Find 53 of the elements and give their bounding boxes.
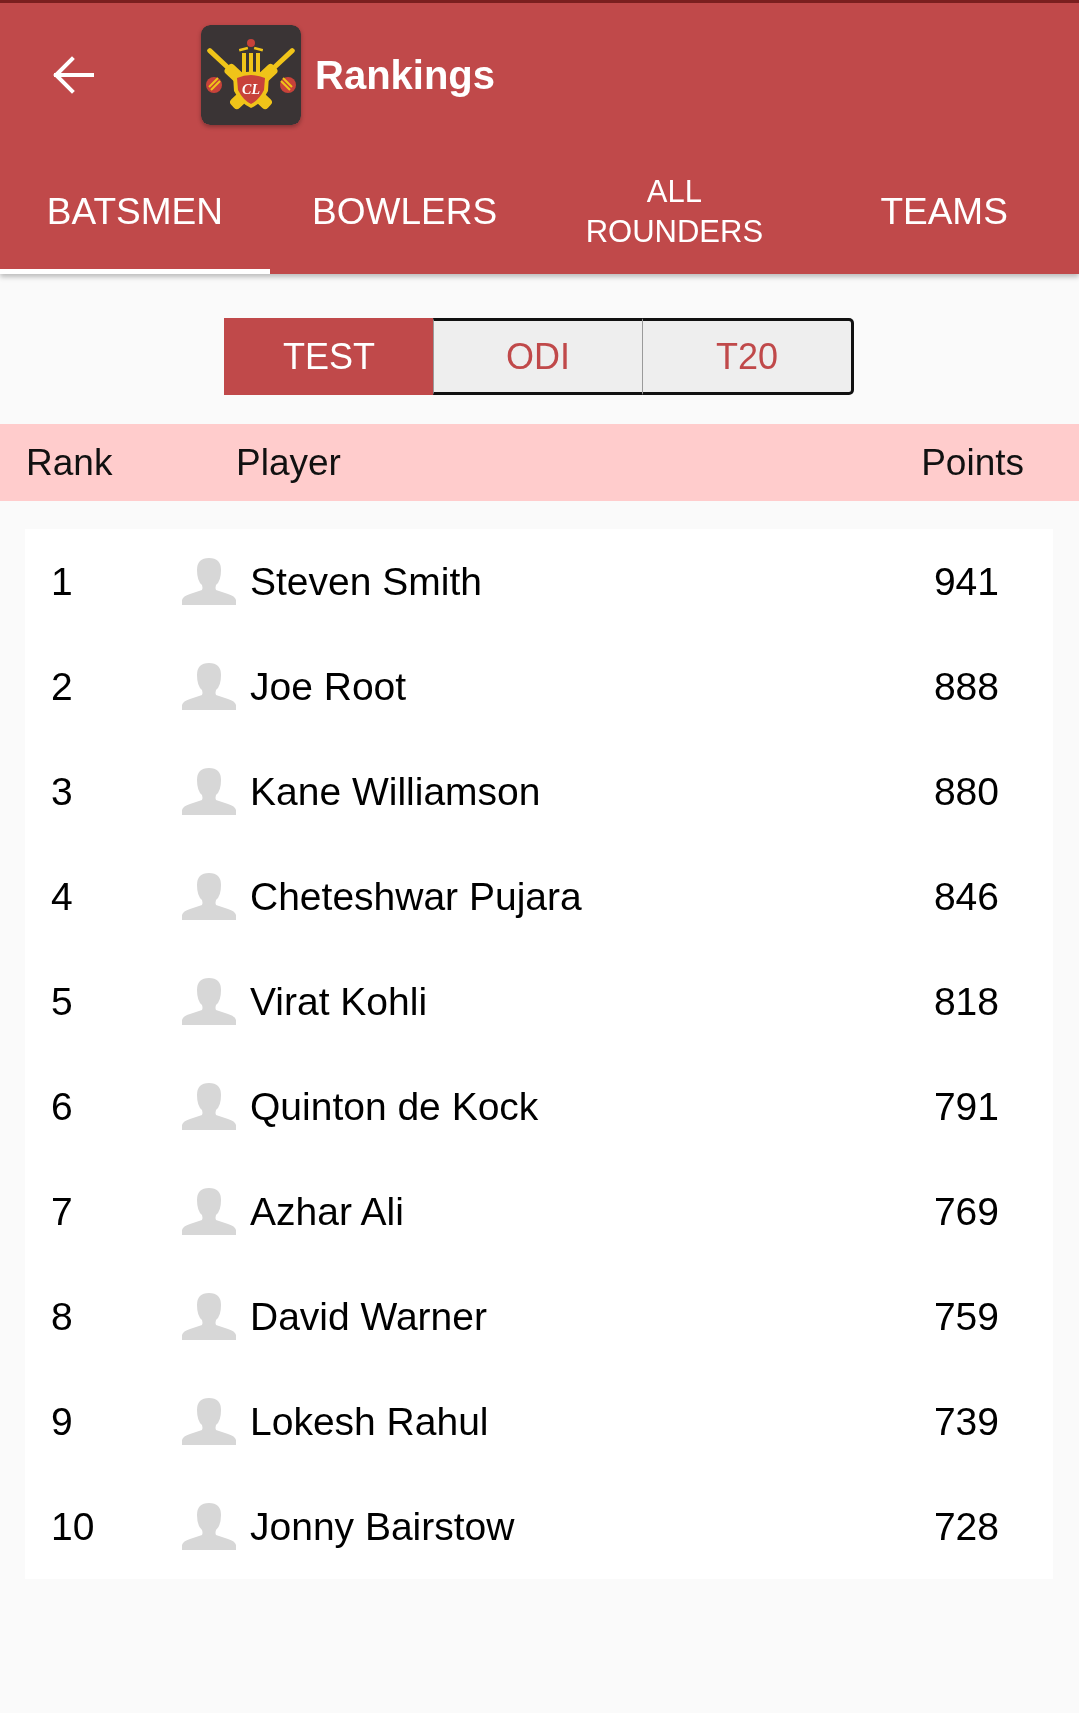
player-name: Jonny Bairstow: [250, 1504, 516, 1549]
player-name: Lokesh Rahul: [250, 1399, 490, 1444]
points-cell: 728: [933, 1504, 999, 1549]
points-cell: 759: [933, 1294, 999, 1339]
player-name: David Warner: [250, 1294, 488, 1339]
avatar-icon: [182, 1398, 236, 1445]
avatar-icon: [182, 768, 236, 815]
rank-cell-text: 10: [51, 1504, 96, 1549]
points-cell: 941: [933, 559, 999, 604]
avatar-icon: [182, 873, 236, 920]
screen-title: Rankings: [315, 52, 496, 99]
column-header: Player: [236, 441, 342, 484]
tab[interactable]: BOWLERS: [269, 147, 540, 274]
rank-cell-text: 4: [51, 874, 74, 919]
column-header: Points: [921, 441, 1024, 484]
rank-cell-text: 6: [51, 1084, 74, 1129]
player-name: Kane Williamson: [250, 769, 542, 814]
rank-cell-text: 5: [51, 979, 74, 1024]
rank-cell-text: 7: [51, 1189, 74, 1234]
avatar-icon: [182, 1188, 236, 1235]
points-cell: 846: [933, 874, 999, 919]
points-cell: 888: [933, 664, 999, 709]
tab[interactable]: TEAMS: [809, 147, 1079, 274]
tab[interactable]: BATSMEN: [0, 147, 270, 274]
player-name: Azhar Ali: [250, 1189, 405, 1234]
avatar-icon: [182, 663, 236, 710]
format-segment[interactable]: T20: [642, 318, 854, 395]
rank-cell-text: 8: [51, 1294, 74, 1339]
avatar-icon: [182, 978, 236, 1025]
player-name: Joe Root: [250, 664, 408, 709]
points-cell: 739: [933, 1399, 999, 1444]
format-segment[interactable]: TEST: [224, 318, 433, 395]
player-name: Virat Kohli: [250, 979, 429, 1024]
player-name: Quinton de Kock: [250, 1084, 540, 1129]
app-logo: CL: [201, 25, 301, 125]
format-segment[interactable]: ODI: [433, 318, 642, 395]
avatar-icon: [182, 558, 236, 605]
rank-cell-text: 3: [51, 769, 74, 814]
points-cell: 818: [933, 979, 999, 1024]
back-arrow-icon[interactable]: [52, 54, 94, 96]
points-cell: 791: [933, 1084, 999, 1129]
player-name: Cheteshwar Pujara: [250, 874, 583, 919]
player-name: Steven Smith: [250, 559, 483, 604]
rank-cell-text: 9: [51, 1399, 74, 1444]
points-cell: 769: [933, 1189, 999, 1234]
avatar-icon: [182, 1083, 236, 1130]
avatar-icon: [182, 1293, 236, 1340]
points-cell: 880: [933, 769, 999, 814]
rank-cell-text: 2: [51, 664, 74, 709]
rank-cell-text: 1: [51, 559, 74, 604]
column-header: Rank: [26, 441, 114, 484]
avatar-icon: [182, 1503, 236, 1550]
tab[interactable]: ALL ROUNDERS: [539, 147, 810, 274]
